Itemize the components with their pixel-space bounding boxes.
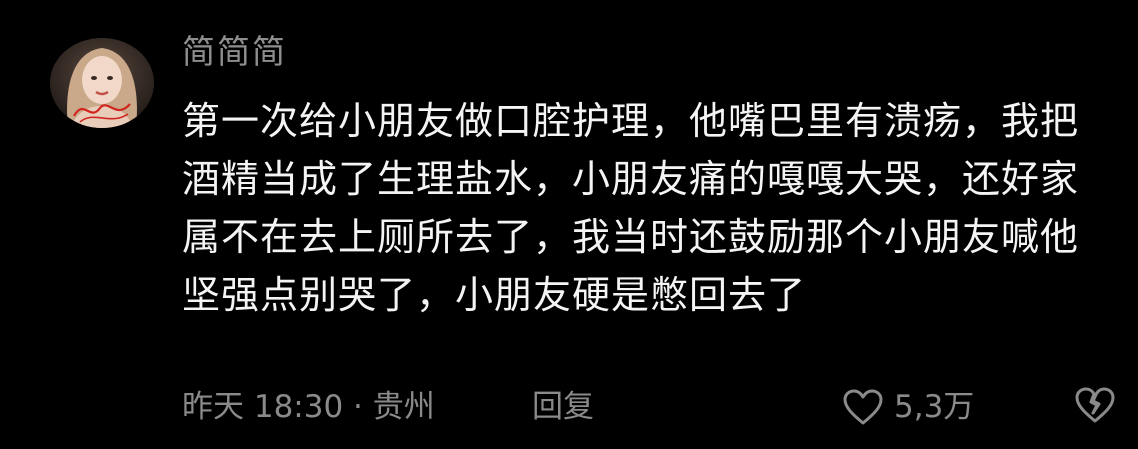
timestamp-location: 昨天 18:30 · 贵州 bbox=[182, 389, 435, 425]
dislike-button[interactable] bbox=[1074, 384, 1116, 426]
reply-button[interactable]: 回复 bbox=[532, 382, 594, 432]
comment-text: 第一次给小朋友做口腔护理，他嘴巴里有溃疡，我把酒精当成了生理盐水，小朋友痛的嘎嘎… bbox=[182, 99, 1080, 317]
username[interactable]: 简简简 bbox=[182, 30, 287, 74]
like-count: 5,3万 bbox=[894, 389, 975, 425]
broken-heart-icon bbox=[1075, 387, 1115, 423]
avatar[interactable] bbox=[50, 38, 154, 128]
avatar-image bbox=[50, 38, 154, 128]
comment-meta: 昨天 18:30 · 贵州 回复 5,3万 bbox=[182, 382, 1115, 432]
comment-item: 简简简 第一次给小朋友做口腔护理，他嘴巴里有溃疡，我把酒精当成了生理盐水，小朋友… bbox=[0, 0, 1138, 449]
like-button[interactable]: 5,3万 bbox=[842, 382, 974, 432]
heart-icon bbox=[843, 389, 883, 425]
